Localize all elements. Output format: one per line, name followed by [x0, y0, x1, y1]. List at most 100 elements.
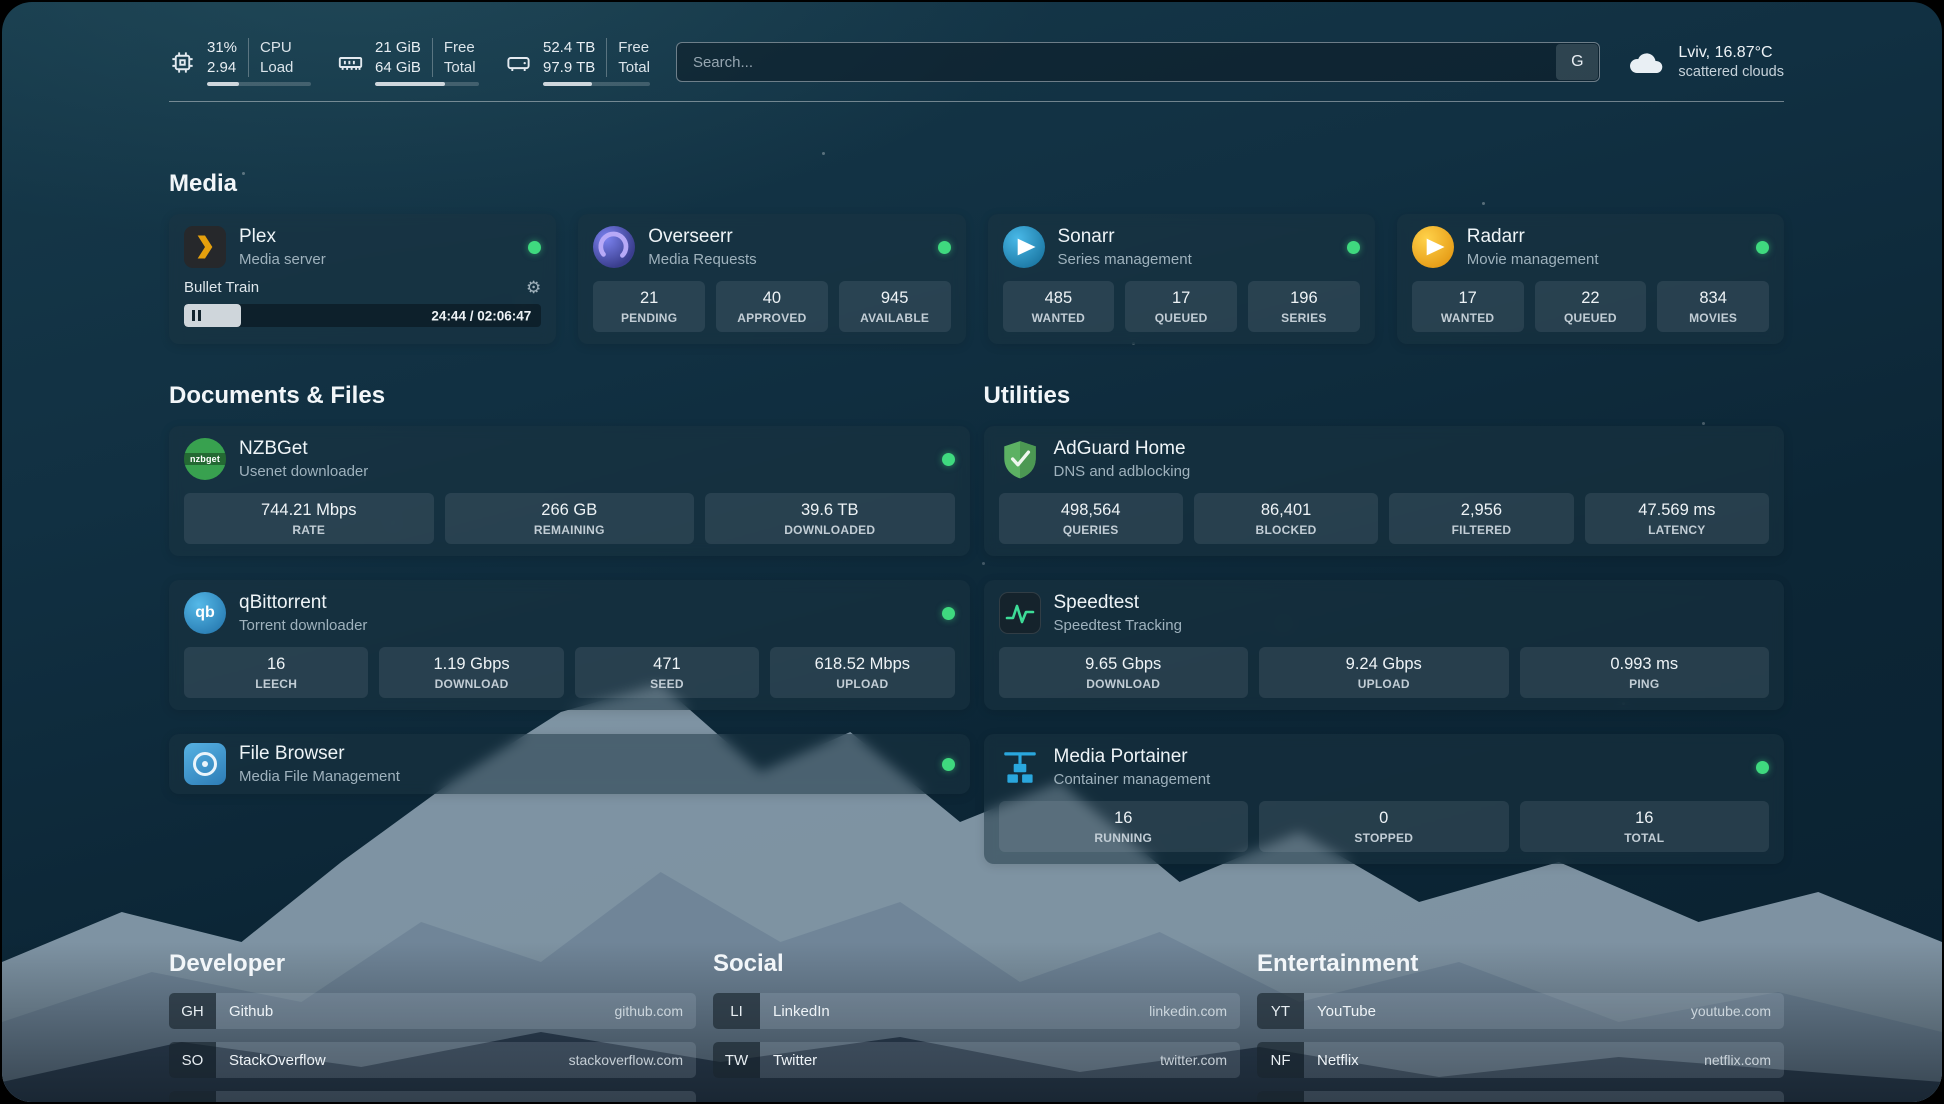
stat-value: 40 — [720, 289, 824, 308]
bookmark-stackoverflow[interactable]: SO StackOverflow stackoverflow.com — [169, 1042, 696, 1078]
search-input[interactable] — [676, 42, 1600, 82]
bookmark-name: DEV — [216, 1101, 260, 1103]
stat-label: PING — [1524, 677, 1766, 691]
nzbget-icon: nzbget — [184, 438, 226, 480]
documents-column: Documents & Files nzbget NZBGet Usenet d… — [169, 382, 970, 888]
search-provider-button[interactable]: G — [1556, 44, 1598, 80]
stats-row: 744.21 Mbps RATE 266 GB REMAINING 39.6 T… — [184, 493, 955, 544]
bookmark-youtube[interactable]: YT YouTube youtube.com — [1257, 993, 1784, 1029]
gear-icon[interactable]: ⚙ — [526, 279, 541, 296]
cpu-icon — [169, 49, 196, 76]
bookmark-dev[interactable]: DT DEV dev.to — [169, 1091, 696, 1102]
bookmark-name: Reddit — [1304, 1101, 1360, 1103]
stat-value: 266 GB — [449, 501, 691, 520]
bookmark-url: linkedin.com — [1149, 1003, 1240, 1019]
stat-label: FILTERED — [1393, 523, 1569, 537]
stat-value: 16 — [1524, 809, 1766, 828]
card-nzbget[interactable]: nzbget NZBGet Usenet downloader 744.21 M… — [169, 426, 970, 556]
weather-location: Lviv, 16.87°C — [1678, 44, 1784, 62]
stat-value: 22 — [1539, 289, 1643, 308]
stat-box: 16 LEECH — [184, 647, 368, 698]
stat-box: 0.993 ms PING — [1520, 647, 1770, 698]
app-desc: Container management — [1054, 771, 1211, 788]
bookmark-list-entertainment: YT YouTube youtube.com NF Netflix netfli… — [1257, 993, 1784, 1102]
stat-value: 17 — [1416, 289, 1520, 308]
cpu-widget: 31% 2.94 CPU Load — [169, 38, 311, 86]
cloud-icon — [1626, 48, 1666, 76]
status-dot — [1347, 241, 1360, 254]
card-adguard[interactable]: AdGuard Home DNS and adblocking 498,564 … — [984, 426, 1785, 556]
bookmark-linkedin[interactable]: LI LinkedIn linkedin.com — [713, 993, 1240, 1029]
stat-box: 21 PENDING — [593, 281, 705, 332]
stat-label: WANTED — [1416, 311, 1520, 325]
bookmark-netflix[interactable]: NF Netflix netflix.com — [1257, 1042, 1784, 1078]
stat-label: QUEUED — [1539, 311, 1643, 325]
pause-icon — [192, 310, 195, 321]
stat-value: 498,564 — [1003, 501, 1179, 520]
bookmark-twitter[interactable]: TW Twitter twitter.com — [713, 1042, 1240, 1078]
stat-label: AVAILABLE — [843, 311, 947, 325]
dashboard-screen: 31% 2.94 CPU Load — [2, 2, 1942, 1102]
cpu-usage-percent: 31% — [207, 38, 237, 58]
portainer-icon — [999, 746, 1041, 788]
app-name: File Browser — [239, 743, 400, 765]
status-dot — [942, 758, 955, 771]
search-bar: G — [676, 42, 1600, 82]
cpu-load-label: Load — [260, 58, 293, 78]
stat-box: 744.21 Mbps RATE — [184, 493, 434, 544]
stat-box: 618.52 Mbps UPLOAD — [770, 647, 954, 698]
stat-value: 2,956 — [1393, 501, 1569, 520]
bookmark-url: stackoverflow.com — [569, 1052, 696, 1068]
bookmark-abbr: NF — [1257, 1042, 1304, 1078]
stat-box: 498,564 QUERIES — [999, 493, 1183, 544]
stat-value: 16 — [188, 655, 364, 674]
memory-widget: 21 GiB 64 GiB Free Total — [337, 38, 479, 86]
stat-box: 0 STOPPED — [1259, 801, 1509, 852]
bookmark-url: reddit.com — [1706, 1101, 1784, 1102]
stats-row: 9.65 Gbps DOWNLOAD 9.24 Gbps UPLOAD 0.99… — [999, 647, 1770, 698]
playback-progress-bar[interactable]: 24:44 / 02:06:47 — [184, 304, 541, 327]
radarr-icon — [1412, 226, 1454, 268]
stats-row: 17 WANTED 22 QUEUED 834 MOVIES — [1412, 281, 1769, 332]
stat-box: 22 QUEUED — [1535, 281, 1647, 332]
bookmark-url: twitter.com — [1160, 1052, 1240, 1068]
card-sonarr[interactable]: Sonarr Series management 485 WANTED 17 Q… — [988, 214, 1375, 344]
section-title-utilities: Utilities — [984, 382, 1785, 410]
bookmark-abbr: DT — [169, 1091, 216, 1102]
status-dot — [528, 241, 541, 254]
stat-value: 16 — [1003, 809, 1245, 828]
stat-label: STOPPED — [1263, 831, 1505, 845]
app-desc: Media server — [239, 251, 326, 268]
stat-value: 471 — [579, 655, 755, 674]
app-desc: Media File Management — [239, 768, 400, 785]
header-divider — [169, 101, 1784, 102]
disk-free-label: Free — [618, 38, 650, 58]
stat-label: RUNNING — [1003, 831, 1245, 845]
card-plex[interactable]: Plex Media server Bullet Train ⚙ 24:44 — [169, 214, 556, 344]
bookmark-reddit[interactable]: RE Reddit reddit.com — [1257, 1091, 1784, 1102]
bookmark-group-developer: Developer GH Github github.com SO StackO… — [169, 950, 696, 1102]
stat-label: BLOCKED — [1198, 523, 1374, 537]
card-filebrowser[interactable]: File Browser Media File Management — [169, 734, 970, 794]
disk-total-value: 97.9 TB — [543, 58, 595, 78]
weather-condition: scattered clouds — [1678, 64, 1784, 80]
plex-now-playing: Bullet Train ⚙ 24:44 / 02:06:47 — [184, 279, 541, 327]
bookmark-group-entertainment: Entertainment YT YouTube youtube.com NF … — [1257, 950, 1784, 1102]
bookmark-github[interactable]: GH Github github.com — [169, 993, 696, 1029]
stat-label: UPLOAD — [1263, 677, 1505, 691]
status-dot — [1756, 761, 1769, 774]
card-qbittorrent[interactable]: qb qBittorrent Torrent downloader 16 LEE… — [169, 580, 970, 710]
bookmark-abbr: GH — [169, 993, 216, 1029]
cpu-progress-bar — [207, 82, 311, 86]
app-name: Radarr — [1467, 226, 1599, 248]
overseerr-icon — [593, 226, 635, 268]
bookmark-url: github.com — [615, 1003, 696, 1019]
card-radarr[interactable]: Radarr Movie management 17 WANTED 22 QUE… — [1397, 214, 1784, 344]
snow-specks — [2, 2, 5, 5]
card-overseerr[interactable]: Overseerr Media Requests 21 PENDING 40 A… — [578, 214, 965, 344]
app-name: Sonarr — [1058, 226, 1192, 248]
stat-label: SEED — [579, 677, 755, 691]
card-speedtest[interactable]: Speedtest Speedtest Tracking 9.65 Gbps D… — [984, 580, 1785, 710]
stat-label: DOWNLOADED — [709, 523, 951, 537]
card-portainer[interactable]: Media Portainer Container management 16 … — [984, 734, 1785, 864]
